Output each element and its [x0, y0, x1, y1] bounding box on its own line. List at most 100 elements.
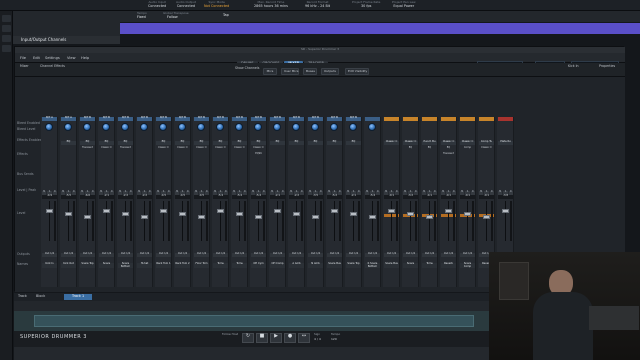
channel-name[interactable]: Snare Comp — [460, 262, 475, 268]
bleed-level-knob[interactable] — [83, 123, 91, 131]
bleed-level-knob[interactable] — [197, 123, 205, 131]
effect-slot[interactable]: Punch Bu — [422, 140, 437, 145]
channel-name[interactable]: Snare Top — [80, 262, 95, 268]
output-selector[interactable]: Out 1/2 — [346, 252, 361, 257]
level-readout[interactable]: -0.1 — [441, 194, 456, 199]
output-selector[interactable]: Out 1/2 — [99, 252, 114, 257]
effect-slot[interactable]: EQ — [251, 140, 266, 145]
channel-strip[interactable]: B/T B EQ Classic C M S R -4.5 Out 1/2 Rack Tom 2 — [174, 116, 191, 287]
fader-handle[interactable] — [198, 215, 205, 219]
timeline-bar[interactable] — [120, 23, 640, 34]
effect-slot[interactable]: EQ — [99, 140, 114, 145]
effect-slot[interactable]: EQ — [308, 140, 323, 145]
edit-visibility-button[interactable]: Edit Visibility — [345, 68, 369, 75]
effect-slot[interactable]: Classic C — [232, 146, 247, 150]
channel-strip[interactable]: B/T B EQ Classic C M S R -5.4 Out 1/2 Toms — [212, 116, 229, 287]
channel-strip[interactable]: B/T B EQ Classic C EQ96 M S R -5.4 Out 1/2 OH Cym — [250, 116, 267, 287]
output-selector[interactable]: Out 1/2 — [61, 252, 76, 257]
channel-strip[interactable]: Classic C EQ Transient M S R -0.1 Out 1/2 Reverb — [440, 117, 457, 287]
output-selector[interactable]: Out 1/2 — [327, 252, 342, 257]
effect-slot[interactable]: Classic C — [384, 140, 399, 145]
mixer-icon[interactable] — [2, 35, 11, 42]
output-selector[interactable]: Out 1/2 — [137, 252, 152, 257]
bleed-enabled-button[interactable]: B/T B — [118, 116, 133, 121]
fader-handle[interactable] — [464, 212, 471, 216]
channel-strip[interactable]: B/T B EQ M S R -3.5 Out 1/2 N Amb — [307, 116, 324, 287]
effect-slot[interactable]: EQ96 — [251, 152, 266, 156]
channel-strip[interactable]: B/T B EQ M S R -2.1 Out 1/2 OH Comp — [269, 116, 286, 287]
channel-name[interactable]: OH Cym — [251, 262, 266, 268]
tempo-value[interactable]: Fixed — [137, 15, 146, 20]
bleed-enabled-button[interactable]: B/T B — [327, 116, 342, 121]
effect-slot[interactable]: Transient — [80, 146, 95, 150]
level-readout[interactable]: -3.2 — [403, 194, 418, 199]
fader-handle[interactable] — [236, 212, 243, 216]
level-readout[interactable]: -5.5 — [61, 194, 76, 199]
level-readout[interactable]: -4.5 — [194, 194, 209, 199]
fader-handle[interactable] — [103, 209, 110, 213]
bleed-level-knob[interactable] — [216, 123, 224, 131]
fader-handle[interactable] — [350, 212, 357, 216]
effect-slot[interactable]: EQ — [403, 146, 418, 150]
tap-label[interactable]: Tap — [223, 13, 229, 18]
transport-ruler[interactable]: Tempo Fixed Global Transpose Follow Tap — [13, 11, 640, 22]
channel-name[interactable]: Snare Bus — [384, 262, 399, 268]
play-button[interactable]: ▶ — [270, 333, 282, 343]
level-readout[interactable]: -2.2 — [137, 194, 152, 199]
bleed-level-knob[interactable] — [64, 123, 72, 131]
output-selector[interactable]: Out 1/2 — [441, 252, 456, 257]
bleed-level-knob[interactable] — [330, 123, 338, 131]
bleed-enabled-button[interactable] — [460, 117, 475, 121]
effect-slot[interactable]: Classic C — [403, 140, 418, 145]
bleed-level-knob[interactable] — [349, 123, 357, 131]
bleed-enabled-button[interactable]: B/T B — [213, 116, 228, 121]
fader-handle[interactable] — [160, 209, 167, 213]
output-selector[interactable]: Out 1/2 — [384, 252, 399, 257]
bleed-level-knob[interactable] — [45, 123, 53, 131]
effect-slot[interactable]: Classic C — [479, 146, 494, 150]
stop-button[interactable]: ■ — [256, 333, 268, 343]
channel-strip[interactable]: B/T B EQ Classic C M S R -4.5 Out 1/2 Floor Tom — [193, 116, 210, 287]
channel-strip[interactable]: Classic C EQ M S R -3.2 Out 1/2 Snare — [402, 117, 419, 287]
fader-handle[interactable] — [179, 212, 186, 216]
effect-slot[interactable]: Classic C — [213, 146, 228, 150]
effect-slot[interactable]: EQ — [232, 140, 247, 145]
level-readout[interactable]: -0.1 — [479, 194, 494, 199]
effect-slot[interactable]: Comp — [460, 146, 475, 150]
track-value[interactable]: Block — [36, 294, 45, 299]
level-readout[interactable]: -0.1 — [384, 194, 399, 199]
bleed-enabled-button[interactable] — [403, 117, 418, 121]
effect-slot[interactable]: Classic C — [441, 140, 456, 145]
channel-strip[interactable]: B/T B EQ M S R -2.2 Out 1/2 A Amb — [288, 116, 305, 287]
effect-slot[interactable]: EQ — [441, 146, 456, 150]
level-readout[interactable]: -5.2 — [327, 194, 342, 199]
channel-name[interactable]: OH Comp — [270, 262, 285, 268]
bleed-enabled-button[interactable]: B/T B — [346, 116, 361, 121]
bottom-tempo-value[interactable]: 120 — [331, 337, 337, 341]
menu-edit[interactable]: Edit — [33, 56, 40, 60]
bleed-enabled-button[interactable]: B/T B — [232, 116, 247, 121]
bleed-enabled-button[interactable]: B/T B — [251, 116, 266, 121]
effect-slot[interactable]: Classic C — [156, 146, 171, 150]
output-selector[interactable]: Out 1/2 — [365, 252, 380, 257]
output-selector[interactable]: Out 1/2 — [194, 252, 209, 257]
song-track-lane[interactable] — [14, 311, 489, 331]
channel-strip[interactable]: B/T A M S R -4.9 Out 1/2 Kick In — [41, 116, 58, 287]
output-selector[interactable]: Out 1/2 — [308, 252, 323, 257]
channel-name[interactable]: Hi-hat — [137, 262, 152, 268]
channel-strip[interactable]: Classic C Comp M S R -0.1 Out 1/2 Snare Comp — [459, 117, 476, 287]
bleed-level-knob[interactable] — [368, 123, 376, 131]
menu-file[interactable]: File — [20, 56, 26, 60]
effect-slot[interactable]: EQ — [118, 140, 133, 145]
channel-strip[interactable]: B/T B EQ Transient M S R -6.6 Out 1/2 Snare Top — [79, 116, 96, 287]
inspector-icon[interactable] — [2, 15, 11, 22]
fader-handle[interactable] — [483, 215, 490, 219]
level-readout[interactable]: -2.1 — [270, 194, 285, 199]
effect-slot[interactable]: EQ — [80, 140, 95, 145]
loop-button[interactable]: ↻ — [242, 333, 254, 343]
level-readout[interactable]: -2.1 — [346, 194, 361, 199]
level-readout[interactable]: -4.5 — [156, 194, 171, 199]
bleed-enabled-button[interactable]: B/T A — [42, 116, 57, 121]
effect-slot[interactable]: Transient — [118, 146, 133, 150]
channel-name[interactable]: Toms — [232, 262, 247, 268]
